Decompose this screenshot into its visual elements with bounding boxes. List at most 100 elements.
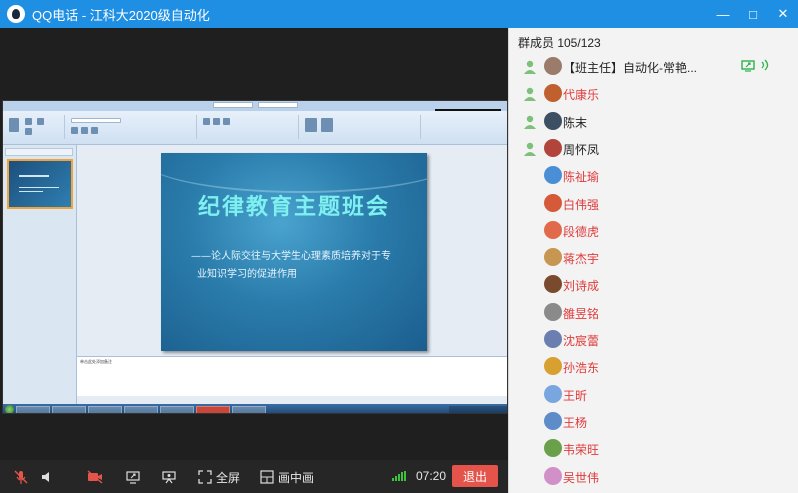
member-row[interactable]: 王杨 <box>509 408 798 435</box>
shared-screen[interactable]: QQ - 江科大 ... <box>2 100 508 414</box>
member-name: 段德虎 <box>563 224 600 239</box>
avatar <box>544 466 562 485</box>
avatar <box>544 411 562 430</box>
host-user-icon <box>522 141 538 157</box>
ribbon-icon <box>25 128 32 135</box>
avatar <box>544 84 562 103</box>
notes-pane: 单击此处添加备注 <box>77 356 507 396</box>
window-controls: — □ ✕ <box>708 0 798 28</box>
member-row[interactable]: 沈宸蕾 <box>509 326 798 353</box>
signal-icon <box>392 471 406 481</box>
member-name: 雒昱铭 <box>563 306 600 321</box>
slide-subtitle: 业知识学习的促进作用 <box>197 269 297 280</box>
member-row[interactable]: 段德虎 <box>509 217 798 244</box>
taskbar-item <box>196 405 230 413</box>
camera-off-icon[interactable] <box>86 468 104 486</box>
members-count: 群成员 105/123 <box>518 36 601 50</box>
presentation-icon[interactable] <box>160 468 178 486</box>
member-name: 陈祉瑜 <box>563 170 600 185</box>
thumb-line <box>19 187 59 188</box>
member-name: 韦荣旺 <box>563 443 600 458</box>
member-row[interactable]: 韦荣旺 <box>509 435 798 462</box>
thumb-line <box>19 191 43 192</box>
member-name: 刘诗成 <box>563 279 600 294</box>
slide-thumbnails <box>3 145 77 405</box>
member-name: 沈宸蕾 <box>563 334 600 348</box>
speaking-icon <box>759 58 771 72</box>
start-icon <box>5 405 14 413</box>
ribbon-group <box>67 115 197 139</box>
title-bar: QQ电话 - 江科大2020级自动化 — □ ✕ <box>0 0 798 28</box>
host-user-icon <box>522 114 538 130</box>
member-row[interactable]: 王昕 <box>509 381 798 408</box>
paste-icon <box>9 118 19 132</box>
avatar <box>544 248 562 267</box>
avatar <box>544 357 562 376</box>
system-tray <box>449 405 507 413</box>
taskbar-item <box>232 405 266 413</box>
ppt-ribbon <box>3 111 507 145</box>
taskbar-item <box>88 405 122 413</box>
member-row[interactable]: 吴世伟 <box>509 463 798 490</box>
avatar <box>544 138 562 157</box>
window-title: QQ电话 - 江科大2020级自动化 <box>32 7 210 23</box>
members-panel: 群成员 105/123 【班主任】自动化-常艳... 代康乐陈末周怀凤陈祉瑜白伟强… <box>508 28 798 493</box>
ppt-tabs <box>213 102 298 108</box>
member-row[interactable]: 蒋杰宇 <box>509 244 798 271</box>
ribbon-group <box>199 115 299 139</box>
pip-button[interactable]: 画中画 <box>278 469 314 486</box>
avatar <box>544 57 562 75</box>
taskbar-item <box>16 405 50 413</box>
ppt-tab <box>258 102 298 108</box>
underline-icon <box>91 127 98 134</box>
minimize-button[interactable]: — <box>708 0 738 28</box>
pip-icon[interactable] <box>258 468 276 486</box>
slide-decoration <box>161 153 427 193</box>
member-name: 陈末 <box>563 115 588 130</box>
video-area[interactable]: QQ - 江科大 ... <box>0 28 508 460</box>
share-screen-icon[interactable] <box>124 468 142 486</box>
qq-call-window: QQ电话 - 江科大2020级自动化 — □ ✕ QQ - 江科大 ... <box>0 0 798 493</box>
member-row[interactable]: 周怀凤 <box>509 135 798 162</box>
member-row[interactable]: 陈祉瑜 <box>509 162 798 189</box>
member-name: 王昕 <box>563 388 588 403</box>
slide-editor: 纪律教育主题班会 ——论人际交往与大学生心理素质培养对于专 业知识学习的促进作用… <box>77 145 507 405</box>
speaker-icon[interactable] <box>38 468 56 486</box>
member-row[interactable]: 代康乐 <box>509 80 798 107</box>
call-toolbar: 全屏 画中画 07:20 退出 <box>0 460 508 493</box>
call-timer: 07:20 <box>416 469 447 483</box>
fullscreen-button[interactable]: 全屏 <box>216 469 240 486</box>
shapes-icon <box>305 118 317 132</box>
avatar <box>544 220 562 239</box>
fullscreen-icon[interactable] <box>196 468 214 486</box>
member-name: 孙浩东 <box>563 361 600 376</box>
maximize-button[interactable]: □ <box>738 0 768 28</box>
mic-muted-icon[interactable] <box>12 468 30 486</box>
ribbon-icon <box>25 118 32 125</box>
slide: 纪律教育主题班会 ——论人际交往与大学生心理素质培养对于专 业知识学习的促进作用 <box>161 153 427 351</box>
thumb-tabs <box>5 148 73 156</box>
italic-icon <box>81 127 88 134</box>
exit-button[interactable]: 退出 <box>452 465 498 487</box>
slide-thumbnail[interactable] <box>7 159 73 209</box>
ppt-tab <box>213 102 253 108</box>
ribbon-group <box>301 115 421 139</box>
screen-sharing-icon <box>741 59 755 72</box>
ppt-titlebar <box>3 101 507 111</box>
member-row[interactable]: 白伟强 <box>509 190 798 217</box>
member-name: 【班主任】自动化-常艳... <box>563 61 697 75</box>
member-name: 蒋杰宇 <box>563 252 600 267</box>
arrange-icon <box>321 118 333 132</box>
member-row[interactable]: 【班主任】自动化-常艳... <box>509 53 798 80</box>
font-select <box>71 118 121 123</box>
avatar <box>544 275 562 294</box>
member-row[interactable]: 刘诗成 <box>509 271 798 298</box>
member-name: 代康乐 <box>563 88 600 103</box>
windows-taskbar <box>3 404 507 413</box>
close-button[interactable]: ✕ <box>768 0 798 28</box>
taskbar-item <box>124 405 158 413</box>
member-row[interactable]: 雒昱铭 <box>509 299 798 326</box>
member-row[interactable]: 陈末 <box>509 108 798 135</box>
member-row[interactable]: 孙浩东 <box>509 353 798 380</box>
member-name: 吴世伟 <box>563 470 600 485</box>
